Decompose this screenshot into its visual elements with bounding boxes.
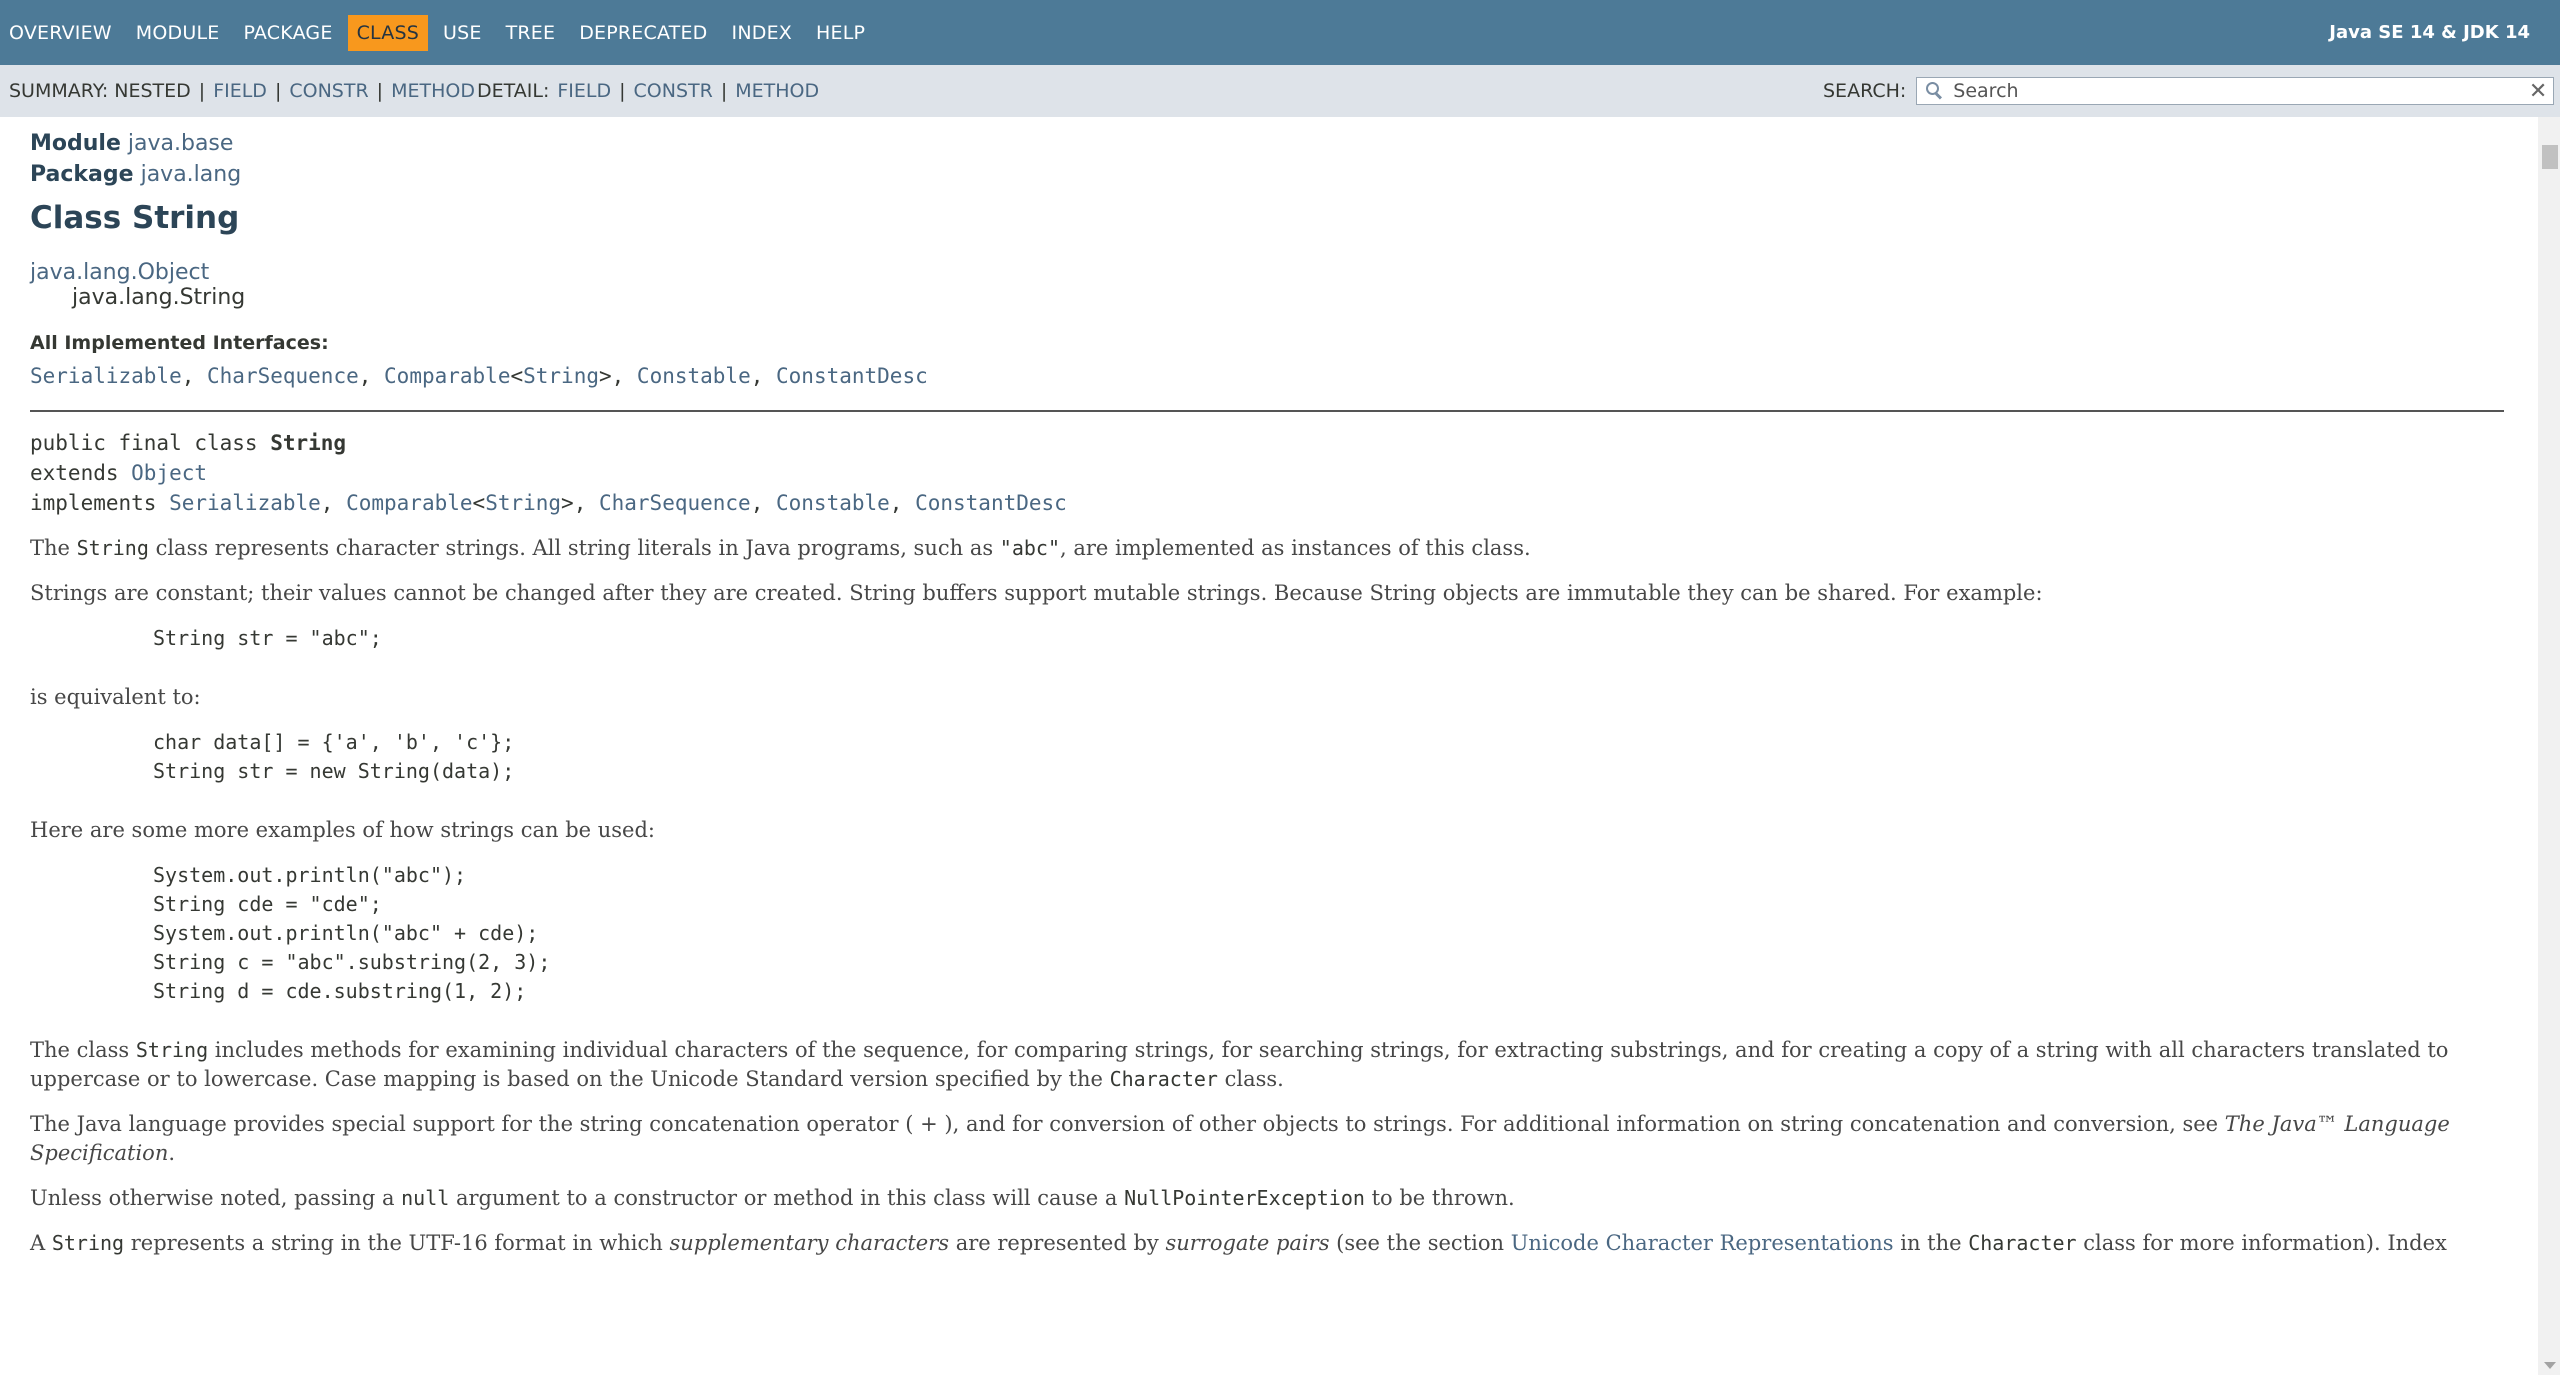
package-link[interactable]: java.lang <box>141 162 242 187</box>
page-title: Class String <box>30 200 240 236</box>
main-content: Module java.base Package java.lang Class… <box>30 117 2504 1258</box>
search-label: SEARCH: <box>1823 80 1907 102</box>
class-signature: public final class String extends Object… <box>30 431 1067 515</box>
detail-constr-link[interactable]: CONSTR <box>634 80 713 102</box>
summary-method-link[interactable]: METHOD <box>391 80 475 102</box>
scroll-down-arrow-icon[interactable] <box>2544 1362 2556 1369</box>
interface-link[interactable]: CharSequence <box>207 364 359 388</box>
package-label: Package <box>30 162 134 187</box>
character-class-link[interactable]: Character <box>1110 1067 1218 1091</box>
nav-help[interactable]: HELP <box>807 15 874 51</box>
summary-constr-link[interactable]: CONSTR <box>289 80 368 102</box>
nav-index[interactable]: INDEX <box>723 15 801 51</box>
search-icon <box>1923 80 1945 102</box>
nav-deprecated[interactable]: DEPRECATED <box>570 15 716 51</box>
inheritance-child: java.lang.String <box>72 285 246 310</box>
implements-type-arg-link[interactable]: String <box>485 491 561 515</box>
signature-class-name: String <box>270 431 347 455</box>
implements-link[interactable]: Comparable <box>346 491 472 515</box>
interface-link[interactable]: Serializable <box>30 364 182 388</box>
description-paragraph: Here are some more examples of how strin… <box>30 818 655 842</box>
interface-link[interactable]: Comparable <box>384 364 510 388</box>
nav-tree[interactable]: TREE <box>497 15 565 51</box>
sub-navbar: SUMMARY: NESTED | FIELD | CONSTR | METHOD DETA… <box>0 65 2560 117</box>
separator: | <box>619 80 626 102</box>
search-box[interactable]: ✕ <box>1916 77 2555 105</box>
nav-package[interactable]: PACKAGE <box>234 15 341 51</box>
interfaces-label: All Implemented Interfaces: <box>30 332 329 354</box>
about-language: Java SE 14 & JDK 14 <box>2329 22 2530 43</box>
npe-link[interactable]: NullPointerException <box>1124 1186 1365 1210</box>
section-divider <box>30 410 2504 412</box>
detail-label: DETAIL: <box>477 80 550 102</box>
separator: | <box>198 80 206 102</box>
nav-module[interactable]: MODULE <box>127 15 229 51</box>
implements-link[interactable]: Constable <box>776 491 890 515</box>
unicode-representations-link[interactable]: Unicode Character Representations <box>1511 1231 1894 1255</box>
implements-link[interactable]: Serializable <box>169 491 321 515</box>
separator: | <box>274 80 282 102</box>
implements-keyword: implements <box>30 491 170 515</box>
extends-type-link[interactable]: Object <box>131 461 207 485</box>
description-paragraph: The String class represents character st… <box>30 536 1531 560</box>
module-line: Module java.base <box>30 128 2504 159</box>
inheritance-parent-link[interactable]: java.lang.Object <box>30 260 209 285</box>
implements-link[interactable]: CharSequence <box>599 491 751 515</box>
description-paragraph: The Java language provides special suppo… <box>30 1112 2450 1165</box>
nav-class: CLASS <box>347 14 428 51</box>
interface-link[interactable]: Constable <box>637 364 751 388</box>
interface-link[interactable]: ConstantDesc <box>776 364 928 388</box>
description-paragraph: Strings are constant; their values canno… <box>30 581 2043 605</box>
vertical-scrollbar[interactable] <box>2538 117 2560 1375</box>
interface-type-arg-link[interactable]: String <box>523 364 599 388</box>
summary-label: SUMMARY: NESTED <box>9 80 191 102</box>
nav-overview[interactable]: OVERVIEW <box>0 15 121 51</box>
description-paragraph: is equivalent to: <box>30 685 201 709</box>
interfaces-list: Serializable, CharSequence, Comparable<S… <box>30 364 928 388</box>
top-navbar: OVERVIEW MODULE PACKAGE CLASS USE TREE D… <box>0 0 2560 65</box>
module-label: Module <box>30 131 121 156</box>
description-paragraph: A String represents a string in the UTF-… <box>30 1231 2447 1255</box>
top-nav-items: OVERVIEW MODULE PACKAGE CLASS USE TREE D… <box>0 0 880 65</box>
code-example: System.out.println("abc"); String cde = … <box>153 863 551 1003</box>
inheritance-tree: java.lang.Object java.lang.String <box>30 260 2504 310</box>
extends-keyword: extends <box>30 461 132 485</box>
separator: | <box>376 80 384 102</box>
module-link[interactable]: java.base <box>128 131 234 156</box>
description-paragraph: Unless otherwise noted, passing a null a… <box>30 1186 1515 1210</box>
implements-link[interactable]: ConstantDesc <box>915 491 1067 515</box>
detail-field-link[interactable]: FIELD <box>557 80 611 102</box>
code-example: char data[] = {'a', 'b', 'c'}; String st… <box>153 730 515 783</box>
search-input[interactable] <box>1951 79 2516 103</box>
summary-field-link[interactable]: FIELD <box>213 80 267 102</box>
nav-use[interactable]: USE <box>434 15 491 51</box>
detail-method-link[interactable]: METHOD <box>735 80 819 102</box>
search-area: SEARCH: ✕ <box>1823 65 2555 117</box>
package-line: Package java.lang <box>30 159 2504 190</box>
search-reset-icon[interactable]: ✕ <box>2529 81 2547 103</box>
separator: | <box>720 80 728 102</box>
signature-modifiers: public final class <box>30 431 271 455</box>
description-paragraph: The class String includes methods for ex… <box>30 1038 2449 1091</box>
summary-nav: SUMMARY: NESTED | FIELD | CONSTR | METHOD <box>9 65 475 117</box>
code-example: String str = "abc"; <box>153 626 382 650</box>
detail-nav: DETAIL: FIELD | CONSTR | METHOD <box>477 65 819 117</box>
scrollbar-thumb[interactable] <box>2542 145 2558 169</box>
